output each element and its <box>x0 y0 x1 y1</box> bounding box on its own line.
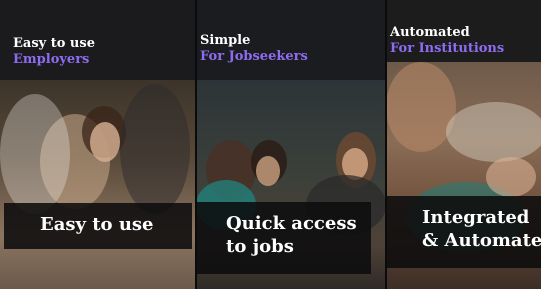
caption-line: & Automated <box>422 230 541 251</box>
caption-line: Integrated <box>422 207 530 228</box>
panel-subtitle: Employers <box>13 52 90 67</box>
feature-banner: Easy to use Employers Easy to use Simple… <box>0 0 541 289</box>
caption-line: Quick access <box>226 213 357 234</box>
panel-subtitle: For Jobseekers <box>200 49 308 64</box>
panel-title: Automated <box>390 25 470 40</box>
panel-institutions: Automated For Institutions Integrated & … <box>386 0 541 289</box>
panel-header: Automated For Institutions <box>386 0 541 62</box>
panel-divider <box>385 0 387 289</box>
panel-employers: Easy to use Employers Easy to use <box>0 0 196 289</box>
caption-line: to jobs <box>226 236 294 257</box>
panel-title: Simple <box>200 33 251 48</box>
panel-caption: Quick access to jobs <box>196 202 371 274</box>
caption-line: Easy to use <box>40 214 154 235</box>
employer-photo <box>0 74 196 289</box>
panel-caption: Easy to use <box>4 203 192 249</box>
panel-header: Simple For Jobseekers <box>196 0 386 80</box>
panel-subtitle: For Institutions <box>390 41 505 56</box>
panel-title: Easy to use <box>13 36 95 51</box>
panel-header: Easy to use Employers <box>0 0 196 80</box>
panel-jobseekers: Simple For Jobseekers Quick access to jo… <box>196 0 386 289</box>
panel-divider <box>195 0 197 289</box>
panel-caption: Integrated & Automated <box>386 196 541 268</box>
